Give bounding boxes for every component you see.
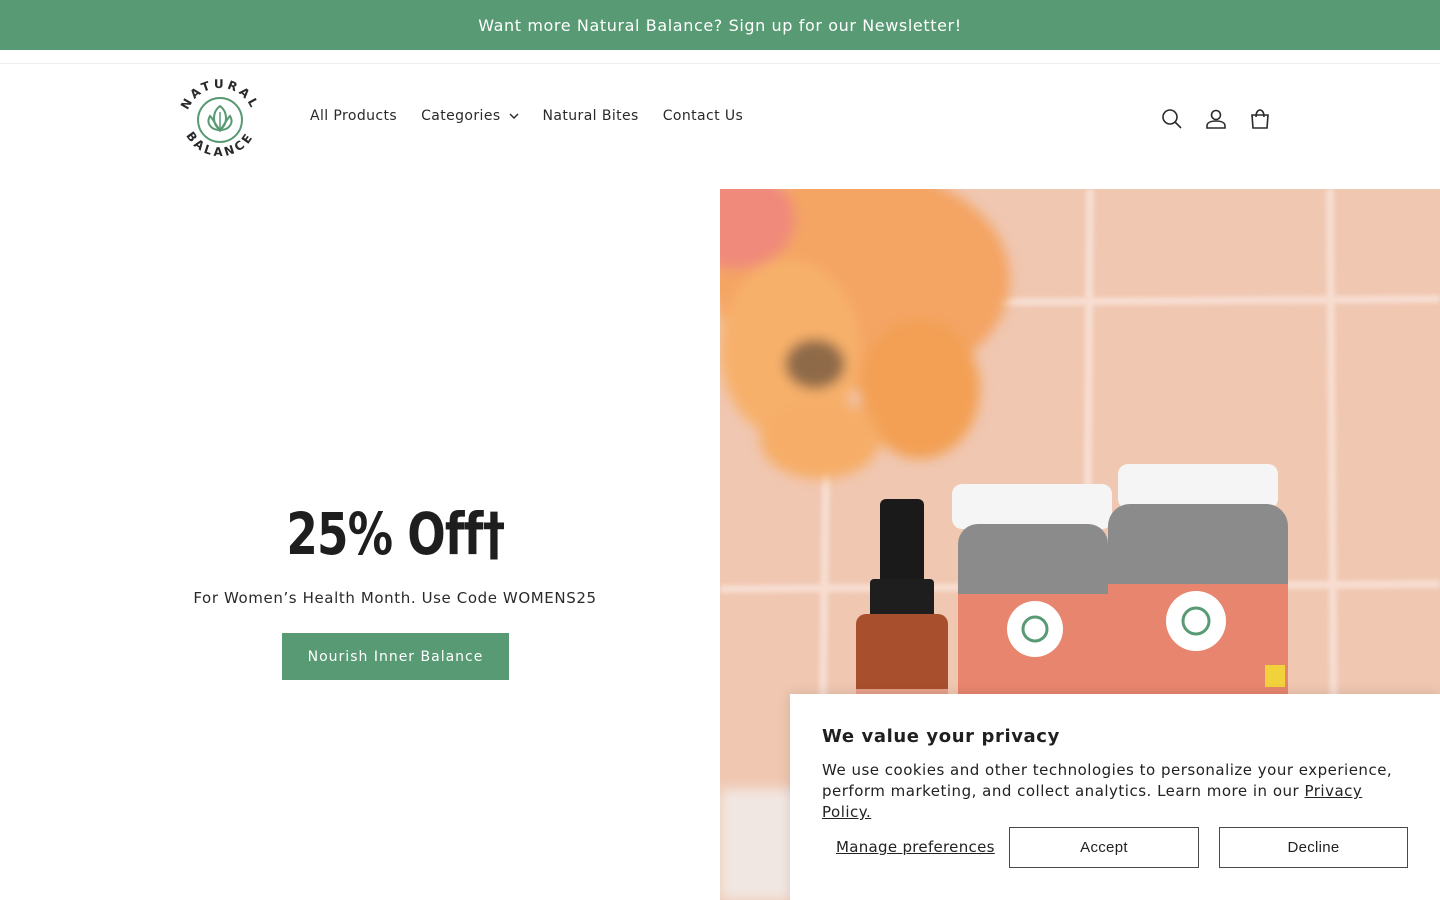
manage-preferences-link[interactable]: Manage preferences bbox=[836, 838, 995, 856]
cookie-text: We use cookies and other technologies to… bbox=[822, 760, 1402, 823]
announcement-text[interactable]: Want more Natural Balance? Sign up for o… bbox=[478, 16, 961, 35]
cart-icon bbox=[1251, 109, 1269, 129]
nav-all-products[interactable]: All Products bbox=[310, 108, 397, 124]
natural-balance-logo-icon: NATURAL BALANCE bbox=[178, 77, 259, 159]
cookie-title: We value your privacy bbox=[822, 726, 1060, 747]
announcement-bar[interactable]: Want more Natural Balance? Sign up for o… bbox=[0, 0, 1440, 50]
nourish-inner-balance-button[interactable]: Nourish Inner Balance bbox=[282, 633, 509, 680]
chevron-down-icon bbox=[509, 113, 519, 119]
account-icon bbox=[1206, 109, 1226, 129]
nav-label: Natural Bites bbox=[542, 108, 639, 124]
nav-categories[interactable]: Categories bbox=[421, 108, 519, 124]
header-icons bbox=[1159, 106, 1273, 132]
header-divider bbox=[0, 63, 1440, 64]
hero-title: 25% Off† bbox=[286, 500, 505, 568]
main-nav: All Products Categories Natural Bites Co… bbox=[310, 108, 743, 124]
accept-button[interactable]: Accept bbox=[1009, 827, 1199, 868]
svg-text:BALANCE: BALANCE bbox=[183, 129, 256, 159]
brand-logo[interactable]: NATURAL BALANCE bbox=[172, 70, 268, 166]
decline-button[interactable]: Decline bbox=[1219, 827, 1408, 868]
nav-label: All Products bbox=[310, 108, 398, 124]
account-button[interactable] bbox=[1203, 106, 1229, 132]
search-button[interactable] bbox=[1159, 106, 1185, 132]
cart-button[interactable] bbox=[1247, 106, 1273, 132]
nav-label: Contact Us bbox=[662, 108, 744, 124]
nav-natural-bites[interactable]: Natural Bites bbox=[543, 108, 639, 124]
hero-subtitle: For Women’s Health Month. Use Code WOMEN… bbox=[193, 589, 597, 607]
nav-contact-us[interactable]: Contact Us bbox=[663, 108, 743, 124]
nav-label: Categories bbox=[421, 108, 501, 124]
search-icon bbox=[1162, 109, 1182, 129]
cookie-banner: We value your privacy We use cookies and… bbox=[790, 694, 1440, 900]
